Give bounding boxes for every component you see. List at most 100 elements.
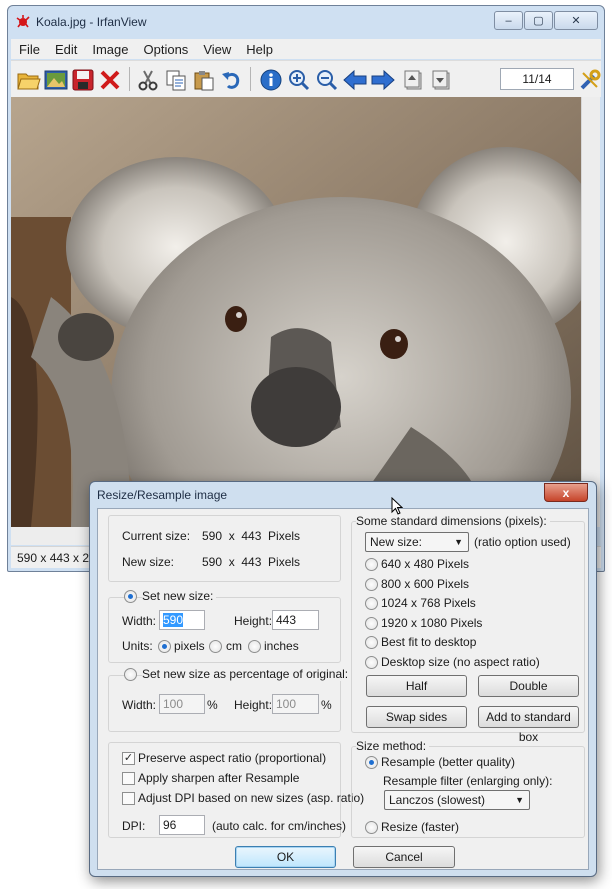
info-icon[interactable] — [258, 67, 284, 93]
unit-pixels-label: pixels — [174, 639, 205, 653]
standard-dimensions-label: Some standard dimensions (pixels): — [356, 514, 550, 528]
percent-height-unit: % — [321, 698, 332, 712]
settings-icon[interactable] — [577, 67, 603, 93]
resample-radio[interactable] — [365, 756, 378, 769]
resize-label: Resize (faster) — [381, 820, 460, 834]
new-size-label: New size: — [122, 555, 175, 569]
unit-cm-label: cm — [226, 639, 242, 653]
best-fit-label: Best fit to desktop — [381, 635, 477, 649]
page-counter: 11/14 — [500, 68, 574, 90]
thumbnails-icon[interactable] — [43, 67, 69, 93]
toolbar-separator — [129, 67, 130, 91]
maximize-button[interactable]: ▢ — [524, 11, 553, 30]
set-new-size-radio[interactable] — [124, 590, 137, 603]
close-button[interactable]: ✕ — [554, 11, 598, 30]
first-page-icon[interactable] — [401, 67, 427, 93]
size-800-radio[interactable] — [365, 578, 378, 591]
units-label: Units: — [122, 639, 153, 653]
copy-icon[interactable] — [163, 67, 189, 93]
menu-file[interactable]: File — [19, 42, 40, 57]
save-icon[interactable] — [70, 67, 96, 93]
standard-size-combo[interactable]: New size: ▼ — [365, 532, 469, 552]
half-button[interactable]: Half — [366, 675, 467, 697]
toolbar-separator — [250, 67, 251, 91]
size-800-label: 800 x 600 Pixels — [381, 577, 470, 591]
width-label: Width: — [122, 614, 157, 628]
adjust-dpi-label: Adjust DPI based on new sizes (asp. rati… — [138, 791, 365, 805]
cancel-button[interactable]: Cancel — [353, 846, 455, 868]
set-percentage-radio[interactable] — [124, 668, 137, 681]
percent-height-input[interactable]: 100 — [272, 694, 319, 714]
ratio-note: (ratio option used) — [474, 535, 571, 549]
unit-inches-label: inches — [264, 639, 299, 653]
dpi-input[interactable]: 96 — [159, 815, 205, 835]
unit-inches-radio[interactable] — [248, 640, 261, 653]
unit-cm-radio[interactable] — [209, 640, 222, 653]
minimize-button[interactable]: ‒ — [494, 11, 523, 30]
apply-sharpen-checkbox[interactable] — [122, 772, 135, 785]
koala-photo — [11, 97, 581, 527]
size-1024-label: 1024 x 768 Pixels — [381, 596, 476, 610]
toolbar: 11/14 — [11, 60, 601, 97]
title-bar[interactable]: Koala.jpg - IrfanView ‒ ▢ ✕ — [8, 6, 604, 36]
image-viewport[interactable] — [11, 97, 581, 527]
dpi-note: (auto calc. for cm/inches) — [212, 819, 347, 833]
size-method-label: Size method: — [356, 739, 430, 753]
cut-icon[interactable] — [135, 67, 161, 93]
ok-button[interactable]: OK — [235, 846, 336, 868]
preserve-aspect-checkbox[interactable]: ✓ — [122, 752, 135, 765]
current-size-label: Current size: — [122, 529, 191, 543]
delete-icon[interactable] — [97, 67, 123, 93]
unit-pixels-radio[interactable] — [158, 640, 171, 653]
height-label: Height: — [234, 614, 273, 628]
percent-height-label: Height: — [234, 698, 273, 712]
last-page-icon[interactable] — [429, 67, 455, 93]
menu-help[interactable]: Help — [246, 42, 273, 57]
resample-filter-label: Resample filter (enlarging only): — [383, 774, 553, 788]
preserve-aspect-label: Preserve aspect ratio (proportional) — [138, 751, 327, 765]
adjust-dpi-checkbox[interactable] — [122, 792, 135, 805]
zoom-out-icon[interactable] — [314, 67, 340, 93]
resample-filter-combo[interactable]: Lanczos (slowest) ▼ — [384, 790, 530, 810]
dialog-title: Resize/Resample image — [97, 488, 228, 502]
window-title: Koala.jpg - IrfanView — [36, 15, 147, 29]
size-640-radio[interactable] — [365, 558, 378, 571]
zoom-in-icon[interactable] — [286, 67, 312, 93]
status-image-info: 590 x 443 x 24 — [17, 551, 96, 565]
resize-radio[interactable] — [365, 821, 378, 834]
set-new-size-label: Set new size: — [142, 589, 217, 603]
menu-edit[interactable]: Edit — [55, 42, 77, 57]
size-info-group — [108, 515, 341, 582]
best-fit-radio[interactable] — [365, 636, 378, 649]
undo-icon[interactable] — [218, 67, 244, 93]
percent-width-label: Width: — [122, 698, 157, 712]
open-icon[interactable] — [16, 67, 42, 93]
swap-sides-button[interactable]: Swap sides — [366, 706, 467, 728]
percent-width-input[interactable]: 100 — [159, 694, 205, 714]
size-1024-radio[interactable] — [365, 597, 378, 610]
width-value: 590 — [163, 613, 184, 627]
standard-size-combo-value: New size: — [370, 535, 423, 549]
desktop-size-label: Desktop size (no aspect ratio) — [381, 655, 540, 669]
next-icon[interactable] — [370, 67, 396, 93]
resample-filter-value: Lanczos (slowest) — [389, 793, 486, 807]
mouse-cursor-icon — [391, 497, 403, 515]
dialog-close-button[interactable]: x — [544, 483, 588, 502]
new-size-value: 590 x 443 Pixels — [202, 555, 301, 569]
dialog-client: Current size: 590 x 443 Pixels New size:… — [97, 508, 589, 870]
menu-bar: File Edit Image Options View Help — [11, 39, 601, 59]
double-button[interactable]: Double — [478, 675, 579, 697]
previous-icon[interactable] — [342, 67, 368, 93]
menu-view[interactable]: View — [203, 42, 231, 57]
desktop-size-radio[interactable] — [365, 656, 378, 669]
vertical-scrollbar[interactable] — [581, 97, 600, 527]
menu-options[interactable]: Options — [144, 42, 189, 57]
width-input[interactable]: 590 — [159, 610, 205, 630]
height-input[interactable]: 443 — [272, 610, 319, 630]
set-percentage-label: Set new size as percentage of original: — [142, 667, 352, 681]
size-1920-label: 1920 x 1080 Pixels — [381, 616, 483, 630]
menu-image[interactable]: Image — [92, 42, 128, 57]
add-to-standard-button[interactable]: Add to standard box — [478, 706, 579, 744]
size-1920-radio[interactable] — [365, 617, 378, 630]
paste-icon[interactable] — [191, 67, 217, 93]
